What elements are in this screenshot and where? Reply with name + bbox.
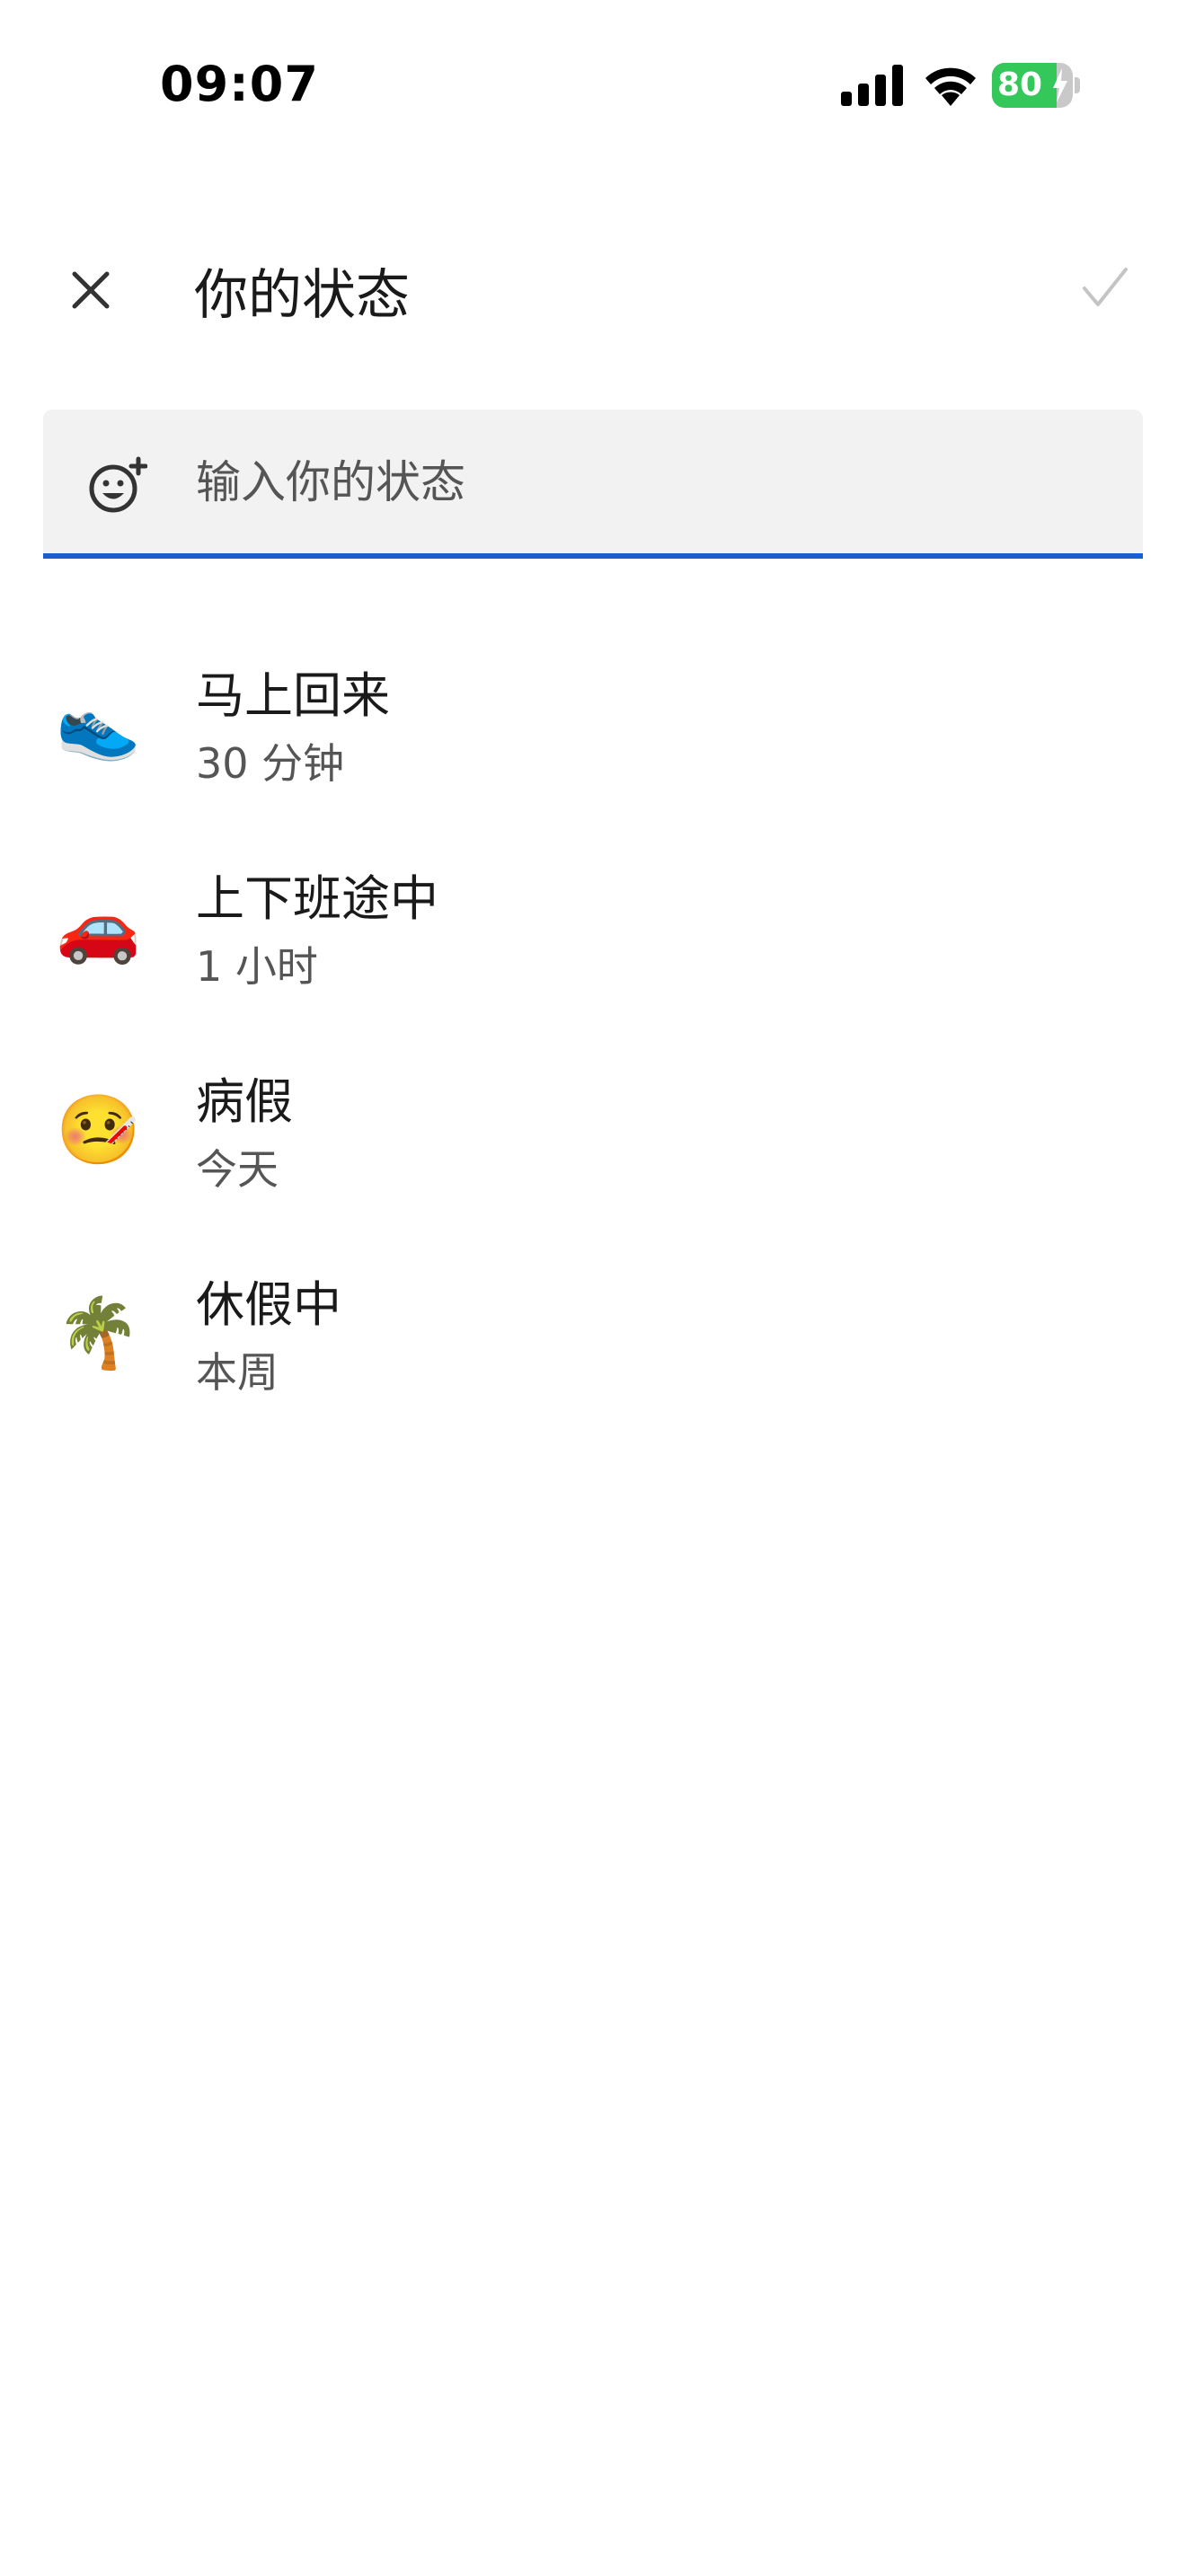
preset-duration: 30 分钟: [196, 739, 345, 788]
car-icon: 🚗: [56, 887, 141, 966]
battery-charging-icon: 80: [992, 63, 1080, 108]
preset-duration: 1 小时: [196, 942, 318, 991]
preset-title: 上下班途中: [196, 870, 438, 927]
emoji-add-icon[interactable]: [88, 456, 147, 516]
close-icon: [72, 271, 110, 309]
status-input-field[interactable]: [43, 410, 1143, 559]
list-item[interactable]: 🤒 病假 今天: [0, 1037, 1186, 1239]
confirm-button[interactable]: [1069, 251, 1141, 323]
preset-title: 马上回来: [196, 667, 390, 724]
preset-duration: 本周: [196, 1348, 279, 1397]
preset-list: 👟 马上回来 30 分钟 🚗 上下班途中 1 小时 🤒 病假 今天 🌴 休假中 …: [0, 631, 1186, 1442]
status-bar: 09:07 80: [0, 0, 1186, 171]
preset-duration: 今天: [196, 1145, 279, 1194]
palm-tree-icon: 🌴: [56, 1292, 141, 1372]
battery-level: 80: [997, 66, 1043, 103]
list-item[interactable]: 🚗 上下班途中 1 小时: [0, 834, 1186, 1037]
bolt-icon: [1053, 68, 1067, 102]
close-button[interactable]: [54, 253, 128, 327]
list-item[interactable]: 👟 马上回来 30 分钟: [0, 631, 1186, 834]
status-input[interactable]: [194, 437, 1096, 528]
signal-icon: [841, 65, 903, 106]
page-title: 你的状态: [194, 264, 410, 327]
sneaker-icon: 👟: [56, 684, 141, 763]
preset-title: 休假中: [196, 1276, 341, 1333]
battery-body: 80: [992, 63, 1073, 108]
battery-nub: [1075, 77, 1080, 93]
header: 你的状态: [0, 225, 1186, 350]
thermometer-face-icon: 🤒: [56, 1090, 141, 1169]
status-time: 09:07: [160, 56, 319, 112]
check-icon: [1083, 268, 1128, 306]
list-item[interactable]: 🌴 休假中 本周: [0, 1239, 1186, 1442]
wifi-icon: [925, 67, 976, 106]
preset-title: 病假: [196, 1073, 293, 1130]
